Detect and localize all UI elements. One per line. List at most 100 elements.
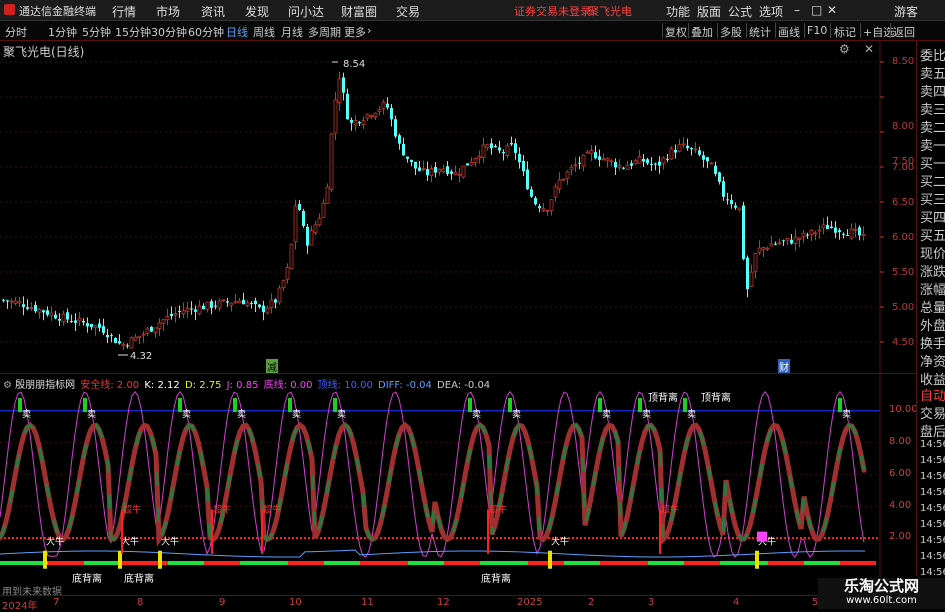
period-tab-week[interactable]: 周线 xyxy=(253,24,275,40)
sell-label: 卖 xyxy=(182,409,191,420)
quote-label: 买三 xyxy=(920,193,945,208)
period-tab-15min[interactable]: 15分钟 xyxy=(115,24,151,40)
indicator-panel[interactable]: 卖卖卖卖卖卖卖卖卖卖卖卖大牛 大牛 大牛 大牛 大牛 超牛 超牛 超牛 超牛 超牛 ⚙ 殷朋朋指标… xyxy=(0,373,918,598)
candle-body xyxy=(9,300,14,303)
tool-mark[interactable]: 标记 xyxy=(834,24,856,40)
tool-overlay[interactable]: 叠加 xyxy=(691,24,713,40)
trade-time: 14:56 xyxy=(920,519,945,530)
quote-label: 卖五 xyxy=(920,67,945,82)
date-tick: 7 xyxy=(53,597,60,608)
event-mark-finance[interactable]: 财 xyxy=(778,359,790,374)
trend-bar xyxy=(180,561,192,565)
menu-item-discover[interactable]: 发现 xyxy=(245,3,269,20)
param-d: D: 2.75 xyxy=(184,380,222,391)
tool-f10[interactable]: F10 xyxy=(807,24,827,37)
menu-item-formula[interactable]: 公式 xyxy=(728,3,752,20)
candle-body xyxy=(817,229,822,232)
trend-bar xyxy=(564,561,576,565)
candle-body xyxy=(26,307,29,309)
trend-bar xyxy=(444,561,456,565)
trend-bar xyxy=(396,561,408,565)
tool-back[interactable]: 返回 xyxy=(893,24,915,40)
candle-body xyxy=(321,202,326,218)
trade-time: 14:56 xyxy=(920,503,945,514)
candle-body xyxy=(98,323,101,328)
watermark: 乐淘公式网 www.60lt.com xyxy=(818,578,945,609)
trend-bar xyxy=(456,561,468,565)
sell-label: 卖 xyxy=(842,409,851,420)
menu-item-function[interactable]: 功能 xyxy=(666,3,690,20)
period-tab-1min[interactable]: 1分钟 xyxy=(48,24,77,40)
candle-body xyxy=(150,326,153,332)
tool-multi-stock[interactable]: 多股 xyxy=(720,24,742,40)
buy-marker xyxy=(548,550,552,569)
period-tab-day[interactable]: 日线 xyxy=(226,24,248,40)
indicator-name[interactable]: 殷朋朋指标网 xyxy=(15,380,75,391)
trend-bar xyxy=(732,561,744,565)
menu-item-news[interactable]: 资讯 xyxy=(201,3,225,20)
indicator-settings-icon[interactable]: ⚙ xyxy=(3,380,12,391)
candle-body xyxy=(826,224,829,229)
period-tab-5min[interactable]: 5分钟 xyxy=(82,24,111,40)
candle-body xyxy=(350,119,353,123)
period-tab-multi[interactable]: 多周期 xyxy=(308,24,341,40)
close-icon[interactable]: ✕ xyxy=(827,3,837,17)
quote-auto-label[interactable]: 自动 xyxy=(920,385,945,404)
tool-draw-line[interactable]: 画线 xyxy=(778,24,800,40)
guest-label[interactable]: 游客 xyxy=(894,3,918,20)
menu-item-trade[interactable]: 交易 xyxy=(396,3,420,20)
candle-body xyxy=(469,161,474,166)
main-chart[interactable]: 聚飞光电(日线) ⚙ ✕ 8.54 4.32 减 财 8.50 8.00 7.5… xyxy=(0,41,916,374)
quote-label: 卖四 xyxy=(920,85,945,100)
candle-body xyxy=(37,309,42,313)
candle-body xyxy=(514,143,517,153)
event-mark-reduce[interactable]: 减 xyxy=(266,359,278,374)
candle-body xyxy=(277,287,282,303)
period-tab-more[interactable]: 更多 xyxy=(344,24,366,40)
sell-label: 卖 xyxy=(602,409,611,420)
candle-body xyxy=(161,319,166,324)
trend-bar xyxy=(840,561,852,565)
stock-link[interactable]: 聚飞光电 xyxy=(588,3,632,19)
chart-close-icon[interactable]: ✕ xyxy=(864,42,874,56)
candle-body xyxy=(709,162,714,165)
menu-item-ask[interactable]: 问小达 xyxy=(288,3,324,20)
buy-label: 大牛 xyxy=(121,535,139,547)
menu-item-options[interactable]: 选项 xyxy=(759,3,783,20)
menu-item-market[interactable]: 市场 xyxy=(156,3,180,20)
minimize-icon[interactable]: – xyxy=(794,3,800,17)
menu-item-layout[interactable]: 版面 xyxy=(697,3,721,20)
chart-settings-icon[interactable]: ⚙ xyxy=(839,42,850,56)
candle-body xyxy=(801,232,806,237)
tool-restore-rights[interactable]: 复权 xyxy=(665,24,687,40)
period-tab-30min[interactable]: 30分钟 xyxy=(151,24,187,40)
maximize-icon[interactable]: □ xyxy=(811,3,822,17)
login-status[interactable]: 证券交易未登录 xyxy=(514,3,591,19)
candle-body xyxy=(250,302,253,304)
trend-bar xyxy=(360,561,372,565)
period-tab-60min[interactable]: 60分钟 xyxy=(188,24,224,40)
buy-label: 大牛 xyxy=(551,535,569,547)
param-j: J: 0.85 xyxy=(226,380,259,391)
quote-label: 买二 xyxy=(920,175,945,190)
tool-stats[interactable]: 统计 xyxy=(749,24,771,40)
period-tab-time[interactable]: 分时 xyxy=(5,24,27,40)
candle-body xyxy=(505,145,510,156)
trend-bar xyxy=(240,561,252,565)
candle-body xyxy=(309,230,314,246)
quote-label: 外盘 xyxy=(920,319,945,334)
chevron-right-icon[interactable]: › xyxy=(367,24,371,37)
candle-body xyxy=(622,167,625,169)
trend-bar xyxy=(60,561,72,565)
menu-item-quotes[interactable]: 行情 xyxy=(112,3,136,20)
trend-bar xyxy=(852,561,864,565)
candle-body xyxy=(666,158,669,160)
menu-item-wealth[interactable]: 财富圈 xyxy=(341,3,377,20)
param-diff: DIFF: -0.04 xyxy=(378,380,432,391)
candle-body xyxy=(110,335,113,337)
candle-body xyxy=(265,307,270,314)
candle-body xyxy=(842,233,845,235)
period-tab-month[interactable]: 月线 xyxy=(281,24,303,40)
price-tick: 8.00 xyxy=(892,121,915,132)
sell-label: 卖 xyxy=(472,409,481,420)
